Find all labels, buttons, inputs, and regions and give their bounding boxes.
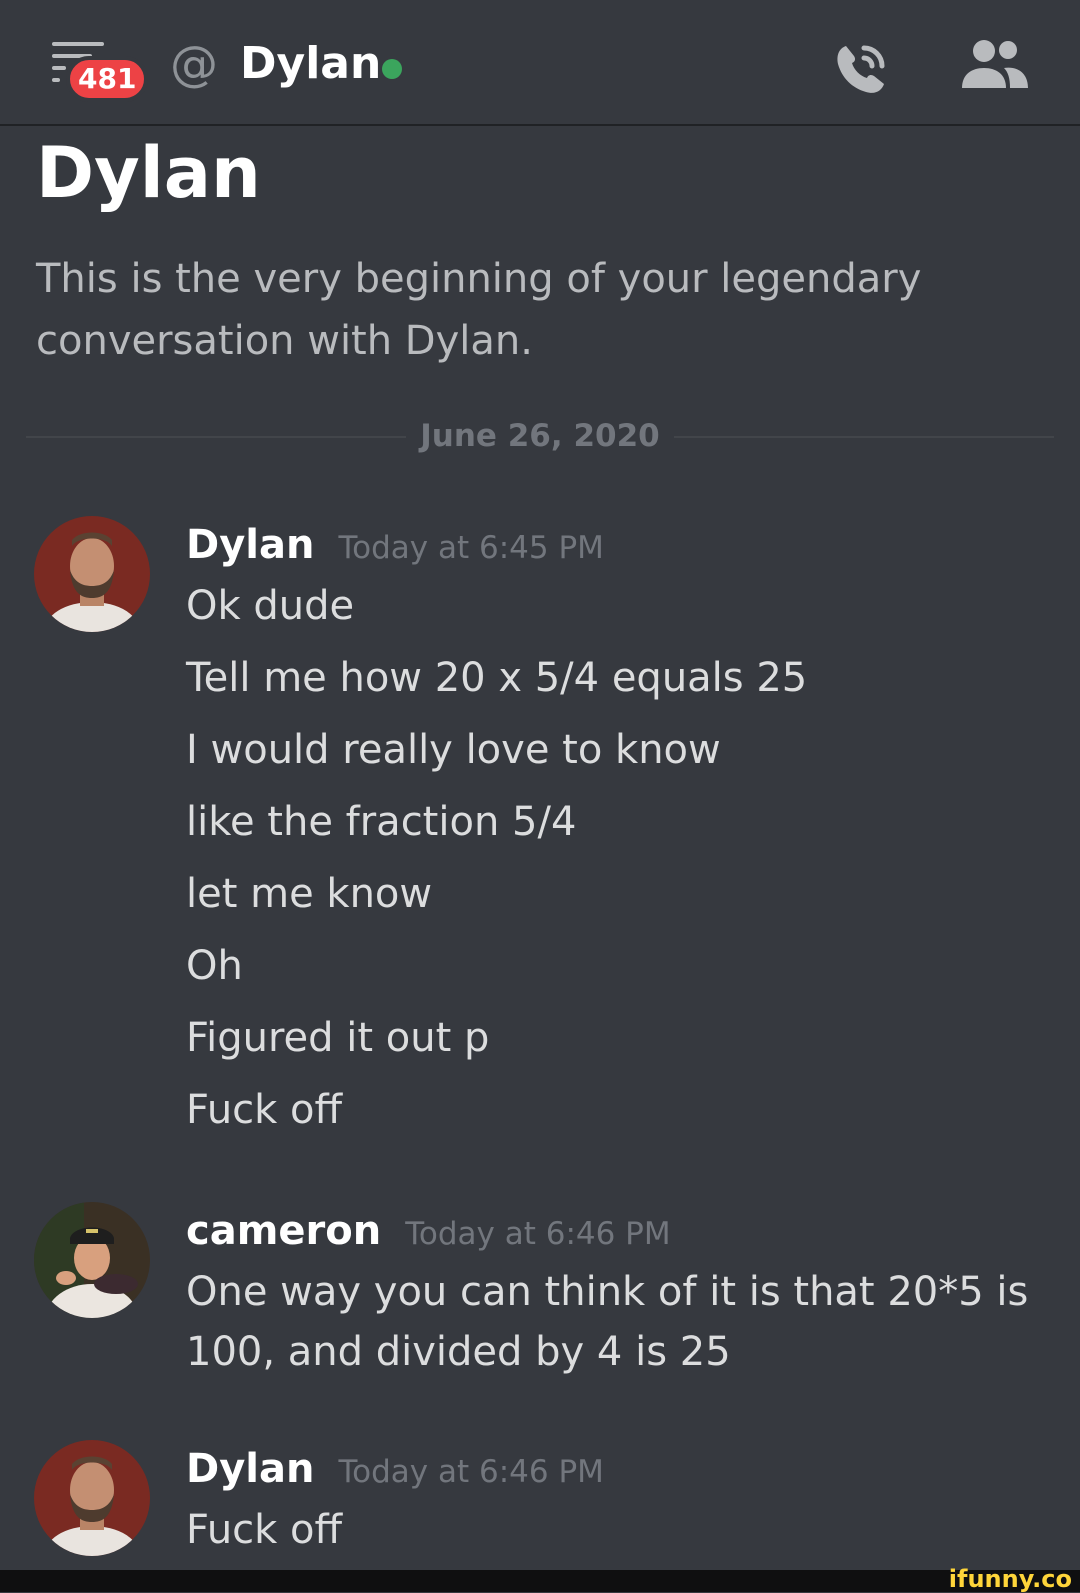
message-text[interactable]: One way you can think of it is that 20*5… (186, 1256, 1046, 1382)
message-line[interactable]: Tell me how 20 x 5/4 equals 25 (186, 642, 1046, 714)
author-name[interactable]: Dylan (186, 1446, 314, 1492)
footer-strip (0, 1570, 1080, 1592)
members-icon[interactable] (960, 38, 1030, 92)
message-line[interactable]: Ok dude (186, 570, 1046, 642)
message-line[interactable]: I would really love to know (186, 714, 1046, 786)
message-header: cameron Today at 6:46 PM (186, 1202, 671, 1260)
online-status-indicator (382, 59, 402, 79)
message-timestamp: Today at 6:46 PM (405, 1216, 671, 1252)
message-timestamp: Today at 6:45 PM (338, 530, 604, 566)
channel-title: Dylan (240, 38, 382, 89)
author-name[interactable]: Dylan (186, 522, 314, 568)
date-divider-label: June 26, 2020 (420, 418, 660, 454)
message-timestamp: Today at 6:46 PM (338, 1454, 604, 1490)
date-divider: June 26, 2020 (26, 418, 1054, 454)
message-line[interactable]: Oh (186, 930, 1046, 1002)
author-name[interactable]: cameron (186, 1208, 381, 1254)
message-group: cameron Today at 6:46 PM One way you can … (0, 1202, 1080, 1382)
phone-call-icon[interactable] (832, 38, 892, 98)
message-content: Fuck off (186, 1494, 1046, 1566)
unread-badge: 481 (66, 56, 149, 102)
message-header: Dylan Today at 6:46 PM (186, 1440, 604, 1498)
message-content: One way you can think of it is that 20*5… (186, 1256, 1046, 1382)
avatar-dylan[interactable] (34, 516, 150, 632)
message-line[interactable]: let me know (186, 858, 1046, 930)
at-icon: @ (170, 36, 218, 92)
welcome-text: This is the very beginning of your legen… (36, 256, 922, 364)
message-group: Dylan Today at 6:46 PM Fuck off (0, 1440, 1080, 1570)
avatar-dylan[interactable] (34, 1440, 150, 1556)
welcome-title: Dylan (36, 132, 261, 214)
message-line[interactable]: like the fraction 5/4 (186, 786, 1046, 858)
message-header: Dylan Today at 6:45 PM (186, 516, 604, 574)
channel-header: 481 @ Dylan (0, 0, 1080, 126)
message-group: Dylan Today at 6:45 PM Ok dude Tell me ho… (0, 516, 1080, 1136)
message-line[interactable]: Figured it out p (186, 1002, 1046, 1074)
message-line[interactable]: Fuck off (186, 1074, 1046, 1146)
watermark: ifunny.co (948, 1565, 1072, 1593)
message-line[interactable]: Fuck off (186, 1494, 1046, 1566)
avatar-cameron[interactable] (34, 1202, 150, 1318)
message-content: Ok dude Tell me how 20 x 5/4 equals 25 I… (186, 570, 1046, 1146)
